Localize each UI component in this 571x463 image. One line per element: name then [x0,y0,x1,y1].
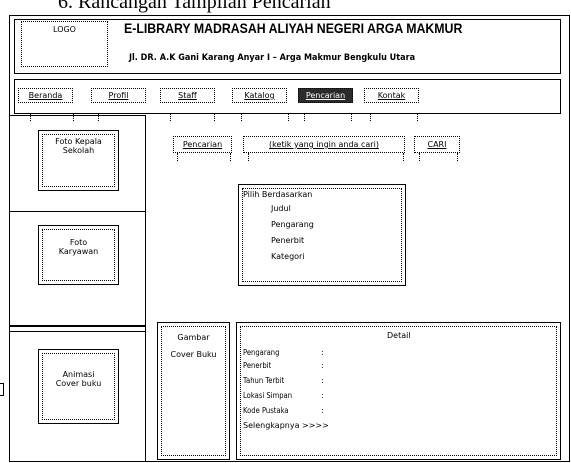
detail-label-pengarang: Pengarang [243,348,280,357]
filter-option-pengarang[interactable]: Pengarang [271,220,314,229]
search-button[interactable]: CARI [414,136,460,153]
header-title: E-LIBRARY MADRASAH ALIYAH NEGERI ARGA MA… [124,20,463,36]
detail-box: Detail Pengarang : Penerbit : Tahun Terb… [236,322,561,460]
search-label: Pencarian [173,136,232,153]
animasi-cover-buku: Animasi Cover buku [38,349,119,424]
filter-option-kategori[interactable]: Kategori [271,252,305,261]
detail-title: Detail [387,331,411,340]
header-address: Jl. DR. A.K Gani Karang Anyar I – Arga M… [129,53,416,63]
figure-caption: 6. Rancangan Tampilan Pencarian [58,0,331,13]
nav-kontak[interactable]: Kontak [364,88,419,103]
cover-label-1: Gambar [177,333,210,342]
nav-profil[interactable]: Profil [91,88,146,103]
search-input[interactable]: (ketik yang ingin anda cari) [243,136,405,153]
nav-staff[interactable]: Staff [160,88,215,103]
detail-label-kode-pustaka: Kode Pustaka [243,406,289,415]
nav-katalog[interactable]: Katalog [232,88,287,103]
logo-label: LOGO [53,25,76,34]
nav-beranda[interactable]: Beranda [18,88,73,103]
detail-label-lokasi-simpan: Lokasi Simpan [243,391,293,400]
cover-label-2: Cover Buku [170,350,217,359]
filter-title: Pilih Berdasarkan [243,190,313,199]
filter-option-penerbit[interactable]: Penerbit [271,236,304,245]
sidebar-divider-3 [9,331,146,332]
filter-box: Pilih Berdasarkan Judul Pengarang Penerb… [238,184,406,286]
foto-kepala-sekolah: Foto Kepala Sekolah [38,130,119,191]
detail-label-penerbit: Penerbit [243,361,272,370]
logo-box: LOGO [21,21,108,67]
filter-option-judul[interactable]: Judul [271,204,291,213]
nav-pencarian[interactable]: Pencarian [298,88,353,103]
left-bracket-mark [0,383,4,396]
sidebar-divider-2 [9,325,146,327]
foto-karyawan: Foto Karyawan [38,225,119,285]
sidebar-divider-1 [9,211,146,212]
detail-label-tahun-terbit: Tahun Terbit [243,376,285,385]
cover-image-box: Gambar Cover Buku [157,322,230,460]
detail-more-link[interactable]: Selengkapnya >>>> [243,421,329,430]
